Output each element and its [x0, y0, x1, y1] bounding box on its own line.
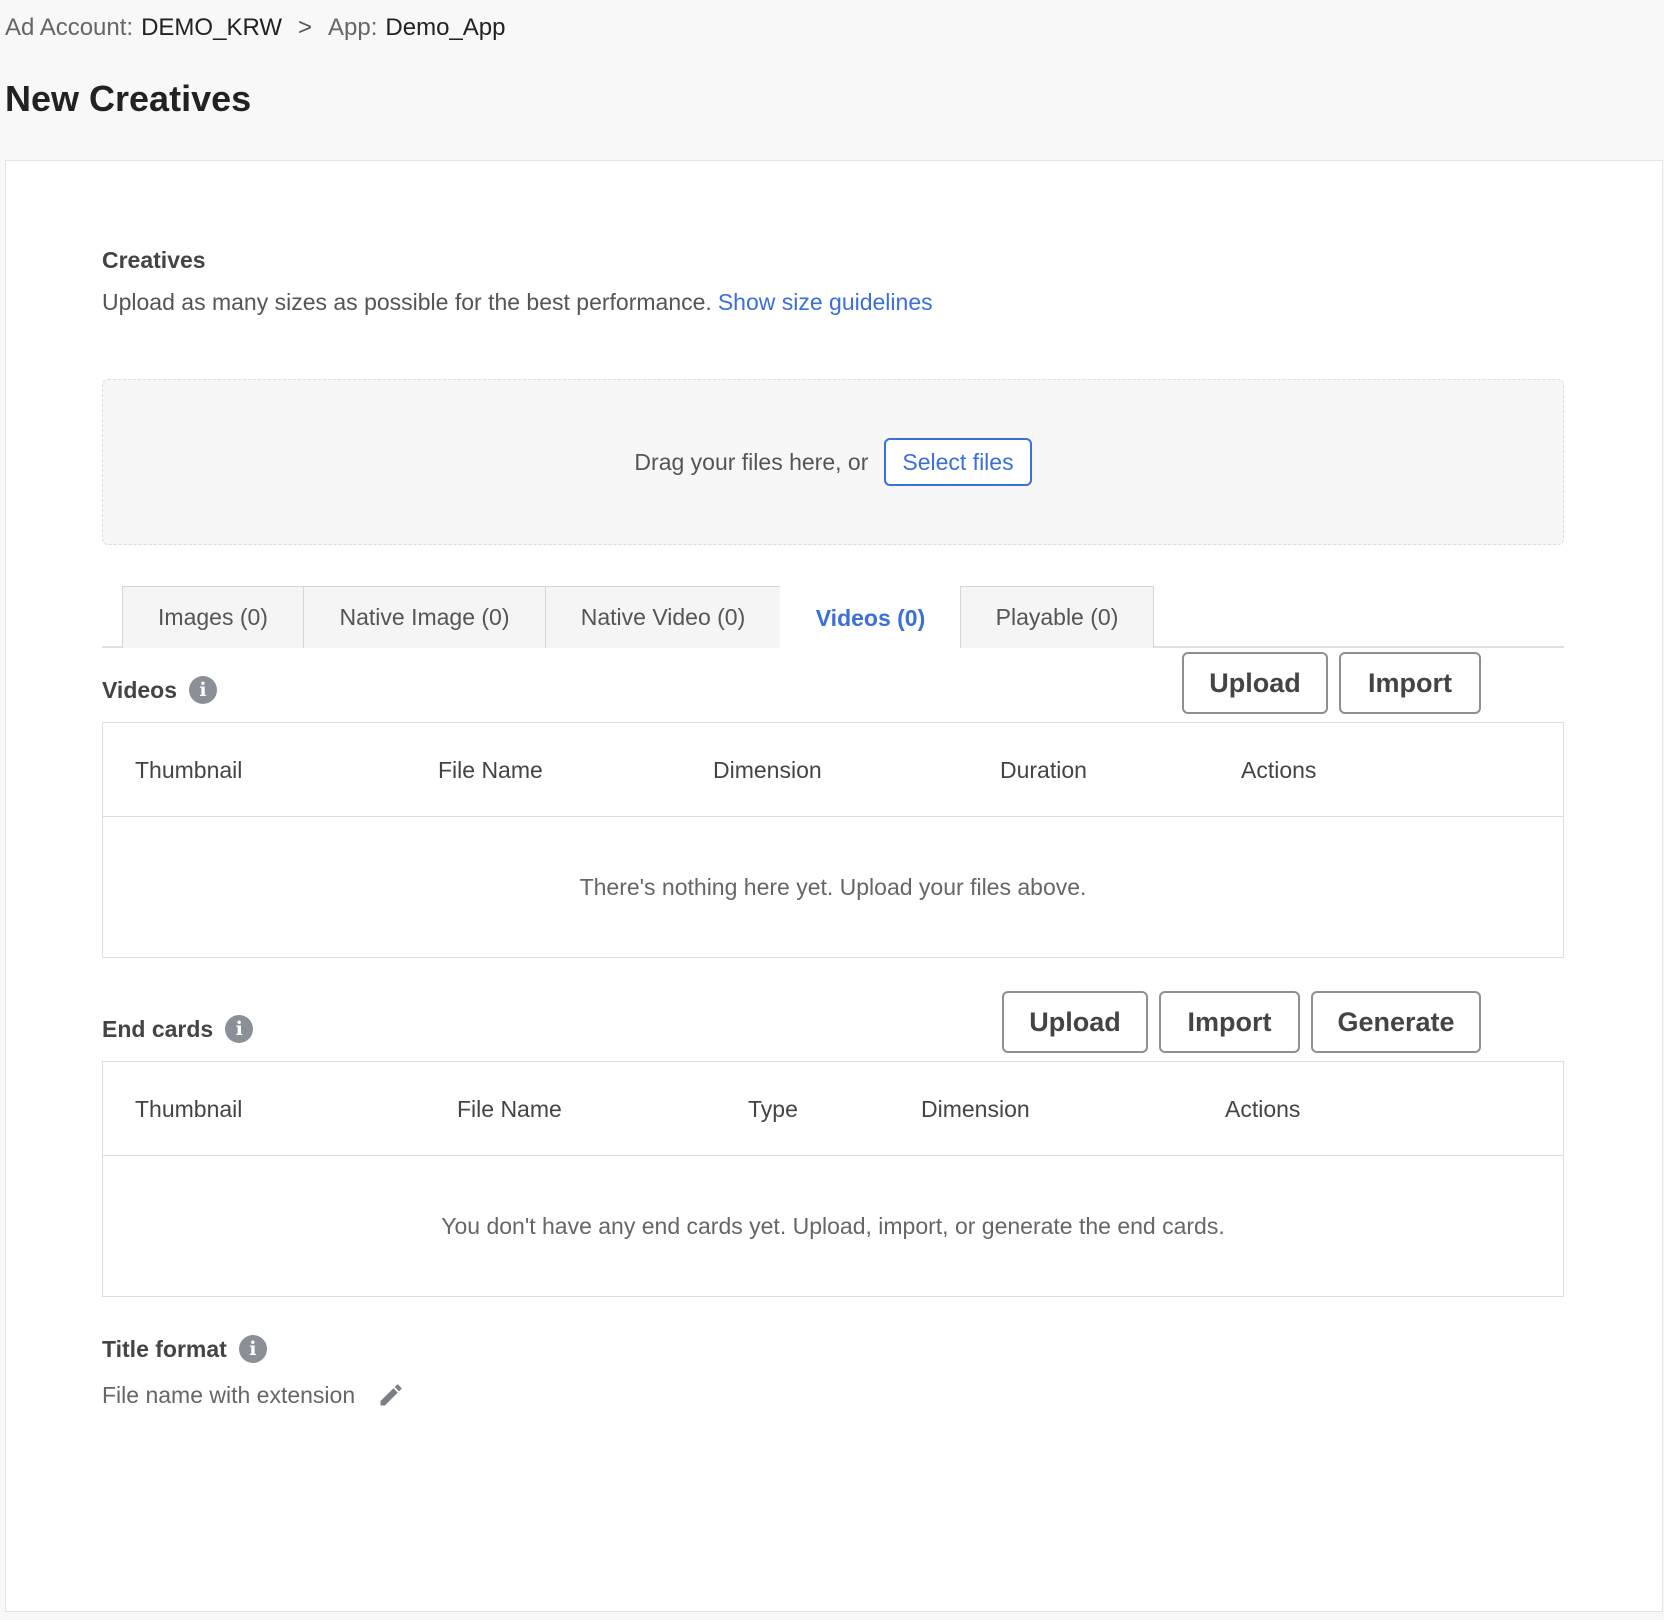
end-cards-table-body: You don't have any end cards yet. Upload… — [103, 1156, 1563, 1296]
breadcrumb-app-value[interactable]: Demo_App — [385, 14, 505, 42]
videos-info-icon[interactable]: i — [189, 676, 217, 704]
videos-upload-button[interactable]: Upload — [1182, 652, 1328, 714]
breadcrumb-app-label: App: — [328, 14, 378, 41]
column-header-duration: Duration — [1000, 756, 1087, 783]
file-dropzone[interactable]: Drag your files here, or Select files — [102, 379, 1564, 545]
creatives-subtitle: Upload as many sizes as possible for the… — [102, 289, 933, 316]
title-format-value-text: File name with extension — [102, 1381, 356, 1408]
end-cards-heading: End cards i — [102, 1015, 254, 1043]
end-cards-table: Thumbnail File Name Type Dimension Actio… — [102, 1061, 1564, 1297]
column-header-type: Type — [748, 1095, 798, 1122]
column-header-file-name: File Name — [457, 1095, 562, 1122]
breadcrumb: Ad Account: DEMO_KRW > App: Demo_App — [5, 14, 505, 42]
column-header-thumbnail: Thumbnail — [135, 756, 243, 783]
creatives-subtitle-text: Upload as many sizes as possible for the… — [102, 289, 712, 315]
videos-import-button[interactable]: Import — [1339, 652, 1481, 714]
videos-heading-text: Videos — [102, 676, 177, 703]
column-header-actions: Actions — [1225, 1095, 1301, 1122]
videos-empty-message: There's nothing here yet. Upload your fi… — [579, 873, 1087, 900]
tab-playable[interactable]: Playable (0) — [960, 586, 1154, 648]
column-header-file-name: File Name — [438, 756, 543, 783]
end-cards-import-button[interactable]: Import — [1159, 991, 1300, 1053]
column-header-dimension: Dimension — [921, 1095, 1030, 1122]
end-cards-table-header: Thumbnail File Name Type Dimension Actio… — [103, 1062, 1563, 1156]
column-header-actions: Actions — [1241, 756, 1317, 783]
end-cards-heading-text: End cards — [102, 1015, 214, 1042]
column-header-dimension: Dimension — [713, 756, 822, 783]
column-header-thumbnail: Thumbnail — [135, 1095, 243, 1122]
breadcrumb-separator: > — [298, 14, 313, 41]
end-cards-upload-button[interactable]: Upload — [1002, 991, 1148, 1053]
select-files-button[interactable]: Select files — [884, 438, 1032, 486]
title-format-heading-text: Title format — [102, 1335, 227, 1362]
videos-table: Thumbnail File Name Dimension Duration A… — [102, 722, 1564, 958]
creative-type-tabs: Images (0) Native Image (0) Native Video… — [102, 586, 1564, 650]
size-guidelines-link[interactable]: Show size guidelines — [718, 289, 933, 315]
videos-table-header: Thumbnail File Name Dimension Duration A… — [103, 723, 1563, 817]
videos-table-body: There's nothing here yet. Upload your fi… — [103, 817, 1563, 957]
creatives-card: Creatives Upload as many sizes as possib… — [5, 160, 1663, 1612]
title-format-heading: Title format i — [102, 1335, 267, 1363]
end-cards-empty-message: You don't have any end cards yet. Upload… — [441, 1212, 1225, 1239]
pencil-icon[interactable] — [377, 1381, 405, 1409]
title-format-value: File name with extension — [102, 1381, 405, 1409]
title-format-info-icon[interactable]: i — [238, 1335, 267, 1363]
tab-native-image[interactable]: Native Image (0) — [303, 586, 546, 648]
dropzone-text: Drag your files here, or — [634, 448, 869, 475]
breadcrumb-account-label: Ad Account: — [5, 14, 134, 41]
tab-images[interactable]: Images (0) — [122, 586, 304, 648]
tab-native-video[interactable]: Native Video (0) — [545, 586, 781, 648]
page-title: New Creatives — [5, 78, 252, 119]
tab-videos[interactable]: Videos (0) — [780, 586, 961, 650]
breadcrumb-account-value[interactable]: DEMO_KRW — [141, 14, 282, 42]
creatives-heading: Creatives — [102, 247, 206, 273]
end-cards-generate-button[interactable]: Generate — [1311, 991, 1481, 1053]
end-cards-info-icon[interactable]: i — [225, 1015, 254, 1043]
videos-heading: Videos i — [102, 676, 217, 704]
